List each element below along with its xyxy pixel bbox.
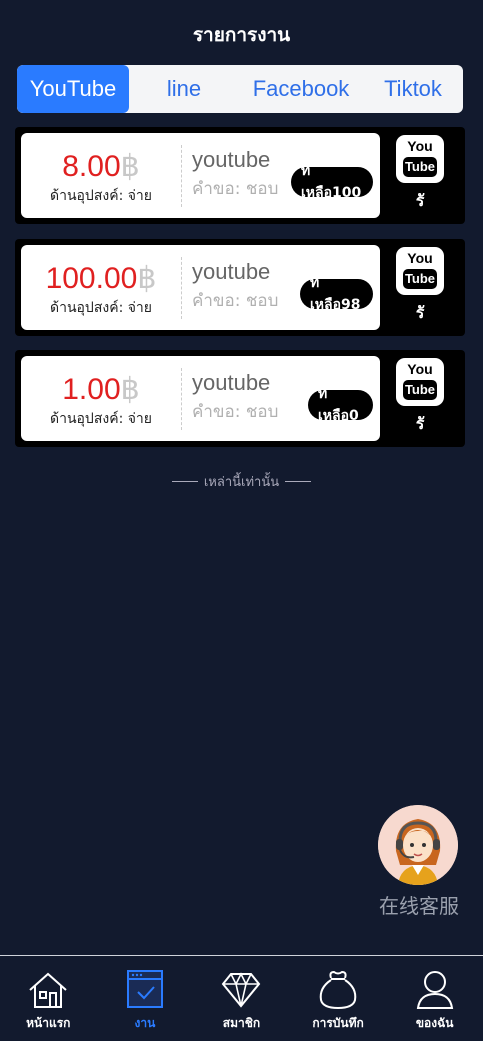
divider bbox=[181, 257, 182, 319]
nav-member[interactable]: สมาชิก bbox=[193, 956, 290, 1041]
task-requirement: คำขอ: ชอบ bbox=[192, 179, 279, 199]
task-platform: youtube bbox=[192, 370, 271, 395]
task-item[interactable]: 100.00฿ ด้านอุปสงค์: จ่าย youtube คำขอ: … bbox=[15, 239, 465, 336]
task-icon-label: รั bbox=[415, 191, 425, 210]
nav-label: สมาชิก bbox=[222, 1016, 261, 1030]
task-price: 100.00฿ bbox=[45, 262, 157, 295]
task-platform: youtube bbox=[192, 259, 271, 284]
task-icon-label: รั bbox=[415, 303, 425, 322]
page-title: รายการงาน bbox=[192, 24, 291, 46]
tab-tiktok[interactable]: Tiktok bbox=[363, 65, 463, 113]
baht-symbol: ฿ bbox=[137, 262, 157, 295]
baht-symbol: ฿ bbox=[120, 150, 140, 183]
task-requirement: คำขอ: ชอบ bbox=[192, 402, 279, 422]
task-card: 100.00฿ ด้านอุปสงค์: จ่าย youtube คำขอ: … bbox=[21, 245, 380, 330]
home-icon bbox=[29, 972, 67, 1008]
baht-symbol: ฿ bbox=[120, 373, 140, 406]
nav-label: หน้าแรก bbox=[26, 1016, 71, 1030]
task-requirement: คำขอ: ชอบ bbox=[192, 291, 279, 311]
bag-icon bbox=[319, 970, 357, 1010]
youtube-logo-icon: You Tube รั bbox=[390, 358, 450, 437]
platform-tabs: YouTube line Facebook Tiktok bbox=[17, 65, 463, 113]
divider bbox=[181, 145, 182, 207]
task-item[interactable]: 1.00฿ ด้านอุปสงค์: จ่าย youtube คำขอ: ชอ… bbox=[15, 350, 465, 447]
customer-service-avatar-icon[interactable] bbox=[378, 805, 458, 885]
tab-facebook[interactable]: Facebook bbox=[239, 65, 363, 113]
task-price: 8.00฿ bbox=[62, 150, 140, 183]
youtube-logo-icon: You Tube รั bbox=[390, 135, 450, 214]
user-icon bbox=[416, 971, 453, 1009]
tab-youtube[interactable]: YouTube bbox=[17, 65, 129, 113]
task-platform: youtube bbox=[192, 147, 271, 172]
divider bbox=[285, 481, 312, 482]
nav-records[interactable]: การบันทึก bbox=[290, 956, 387, 1041]
youtube-logo-icon: You Tube รั bbox=[390, 247, 450, 326]
bottom-nav: หน้าแรก งาน สมาชิก การบันทึก ของฉัน bbox=[0, 955, 483, 1041]
nav-home[interactable]: หน้าแรก bbox=[0, 956, 97, 1041]
divider bbox=[171, 481, 198, 482]
task-card: 8.00฿ ด้านอุปสงค์: จ่าย youtube คำขอ: ชอ… bbox=[21, 133, 380, 218]
end-of-list-note: เหล่านี้เท่านั้น bbox=[0, 471, 483, 492]
task-subtitle: ด้านอุปสงค์: จ่าย bbox=[50, 188, 152, 204]
remaining-badge: ที่เหลือ0 bbox=[308, 386, 373, 424]
divider bbox=[181, 368, 182, 430]
nav-label: การบันทึก bbox=[312, 1016, 364, 1030]
remaining-badge: ที่เหลือ100 bbox=[291, 163, 373, 201]
nav-label: ของฉัน bbox=[415, 1016, 454, 1030]
remaining-badge: ที่เหลือ98 bbox=[300, 275, 373, 313]
task-price: 1.00฿ bbox=[62, 373, 140, 406]
customer-service-label[interactable]: 在线客服 bbox=[360, 890, 478, 919]
task-card: 1.00฿ ด้านอุปสงค์: จ่าย youtube คำขอ: ชอ… bbox=[21, 356, 380, 441]
task-icon bbox=[126, 970, 163, 1008]
task-subtitle: ด้านอุปสงค์: จ่าย bbox=[50, 411, 152, 427]
task-subtitle: ด้านอุปสงค์: จ่าย bbox=[50, 300, 152, 316]
tab-line[interactable]: line bbox=[129, 65, 239, 113]
task-icon-label: รั bbox=[415, 414, 425, 433]
nav-profile[interactable]: ของฉัน bbox=[386, 956, 483, 1041]
nav-tasks[interactable]: งาน bbox=[97, 956, 194, 1041]
diamond-icon bbox=[222, 972, 261, 1008]
task-item[interactable]: 8.00฿ ด้านอุปสงค์: จ่าย youtube คำขอ: ชอ… bbox=[15, 127, 465, 224]
nav-label: งาน bbox=[134, 1016, 156, 1030]
